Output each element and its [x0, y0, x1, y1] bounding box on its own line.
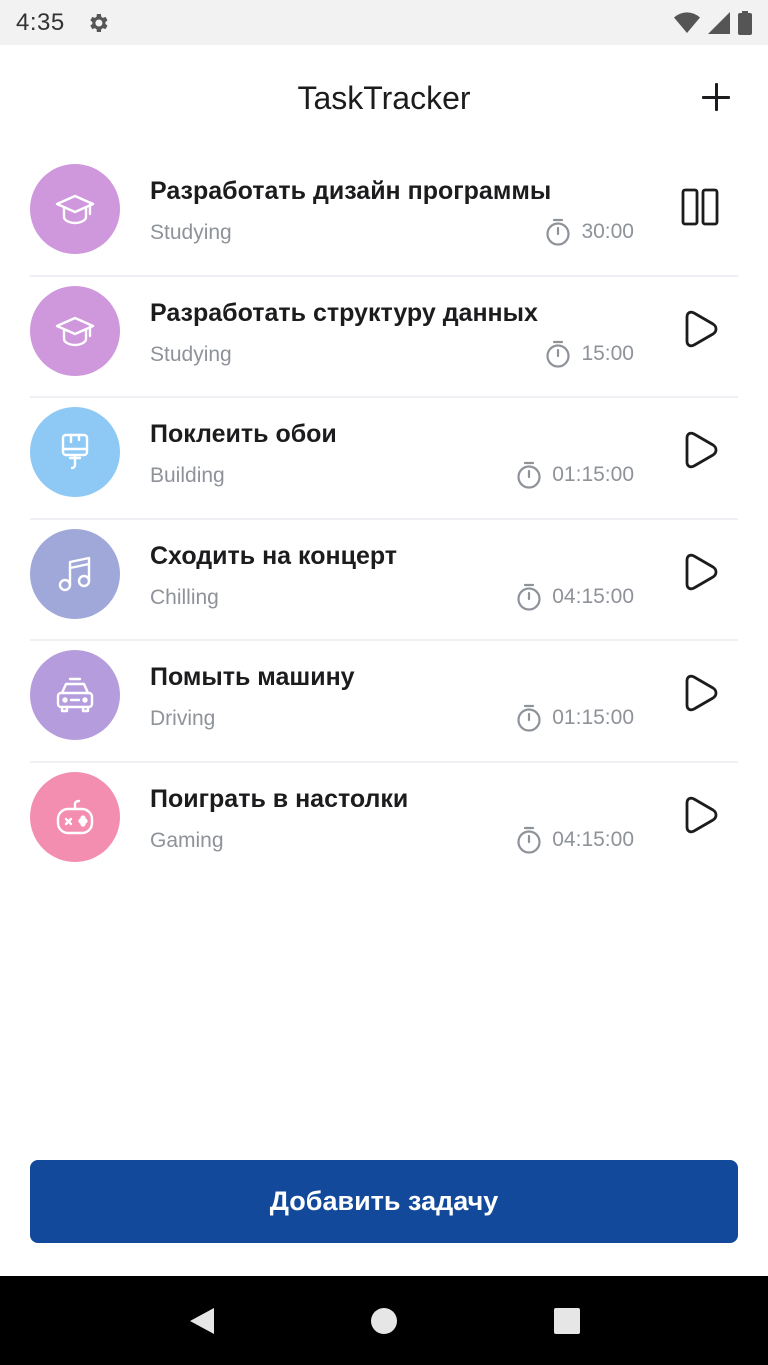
pause-icon[interactable] [678, 185, 722, 229]
task-row[interactable]: Помыть машину Driving 01:15:00 [30, 641, 738, 763]
task-timer: 04:15:00 [516, 583, 634, 611]
home-icon[interactable] [364, 1301, 404, 1341]
task-timer: 04:15:00 [516, 826, 634, 854]
stopwatch-icon [517, 826, 541, 854]
stopwatch-icon [517, 583, 541, 611]
task-title: Поиграть в настолки [150, 784, 409, 813]
music-note-icon [58, 556, 91, 591]
task-category: Driving [150, 707, 216, 730]
task-duration: 04:15:00 [552, 827, 634, 851]
task-timer: 30:00 [545, 218, 634, 246]
stopwatch-icon [546, 340, 571, 368]
car-icon [56, 677, 94, 713]
signal-icon [708, 11, 730, 34]
task-timer: 01:15:00 [516, 704, 634, 732]
plus-icon[interactable] [702, 83, 730, 111]
graduation-cap-icon [55, 316, 95, 346]
gamepad-icon [56, 799, 94, 834]
status-bar: 4:35 [0, 0, 768, 45]
stopwatch-icon [517, 704, 541, 732]
task-title: Разработать дизайн программы [150, 177, 552, 205]
app-title: TaskTracker [297, 79, 471, 116]
recents-icon[interactable] [547, 1301, 587, 1341]
task-duration: 01:15:00 [552, 706, 634, 729]
task-title: Разработать структуру данных [150, 298, 538, 327]
task-category: Studying [150, 342, 232, 366]
task-avatar [30, 650, 120, 740]
graduation-cap-icon [55, 194, 95, 225]
task-duration: 15:00 [581, 341, 634, 365]
battery-icon [738, 10, 752, 35]
add-task-button-label: Добавить задачу [269, 1186, 499, 1216]
play-icon[interactable] [678, 550, 722, 594]
task-category: Studying [150, 221, 232, 244]
wifi-icon [674, 11, 700, 34]
task-category: Chilling [150, 585, 219, 609]
task-title: Сходить на концерт [150, 541, 398, 570]
play-icon[interactable] [678, 793, 722, 837]
task-row[interactable]: Поклеить обои Building 01:15:00 [30, 398, 738, 520]
task-timer: 15:00 [545, 340, 634, 368]
gear-icon [85, 10, 111, 36]
task-duration: 04:15:00 [552, 584, 634, 608]
paint-brush-icon [61, 433, 89, 470]
app-screen: TaskTracker Разработать дизайн программы… [0, 45, 768, 1276]
play-icon[interactable] [678, 307, 722, 351]
add-task-button[interactable]: Добавить задачу [30, 1160, 738, 1243]
play-icon[interactable] [678, 428, 722, 472]
play-icon[interactable] [678, 671, 722, 715]
system-nav-bar [0, 1276, 768, 1365]
status-time: 4:35 [16, 8, 65, 36]
task-list: Разработать дизайн программы Studying 30… [30, 155, 738, 884]
task-row[interactable]: Сходить на концерт Chilling 04:15:00 [30, 520, 738, 641]
task-avatar [30, 285, 120, 376]
task-duration: 01:15:00 [552, 463, 634, 486]
task-row[interactable]: Поиграть в настолки Gaming 04:15:00 [30, 763, 738, 885]
task-category: Gaming [150, 828, 224, 852]
task-row[interactable]: Разработать структуру данных Studying 15… [30, 277, 738, 398]
task-avatar [30, 771, 120, 862]
task-category: Building [150, 464, 225, 487]
task-title: Поклеить обои [150, 420, 337, 448]
task-duration: 30:00 [581, 220, 634, 243]
back-icon[interactable] [181, 1301, 221, 1341]
task-avatar [30, 407, 120, 497]
task-timer: 01:15:00 [516, 461, 634, 489]
task-title: Помыть машину [150, 663, 355, 691]
task-row[interactable]: Разработать дизайн программы Studying 30… [30, 155, 738, 277]
app-header: TaskTracker [0, 45, 768, 151]
stopwatch-icon [546, 218, 571, 246]
task-avatar [30, 528, 120, 619]
task-avatar [30, 164, 120, 254]
stopwatch-icon [517, 461, 541, 489]
